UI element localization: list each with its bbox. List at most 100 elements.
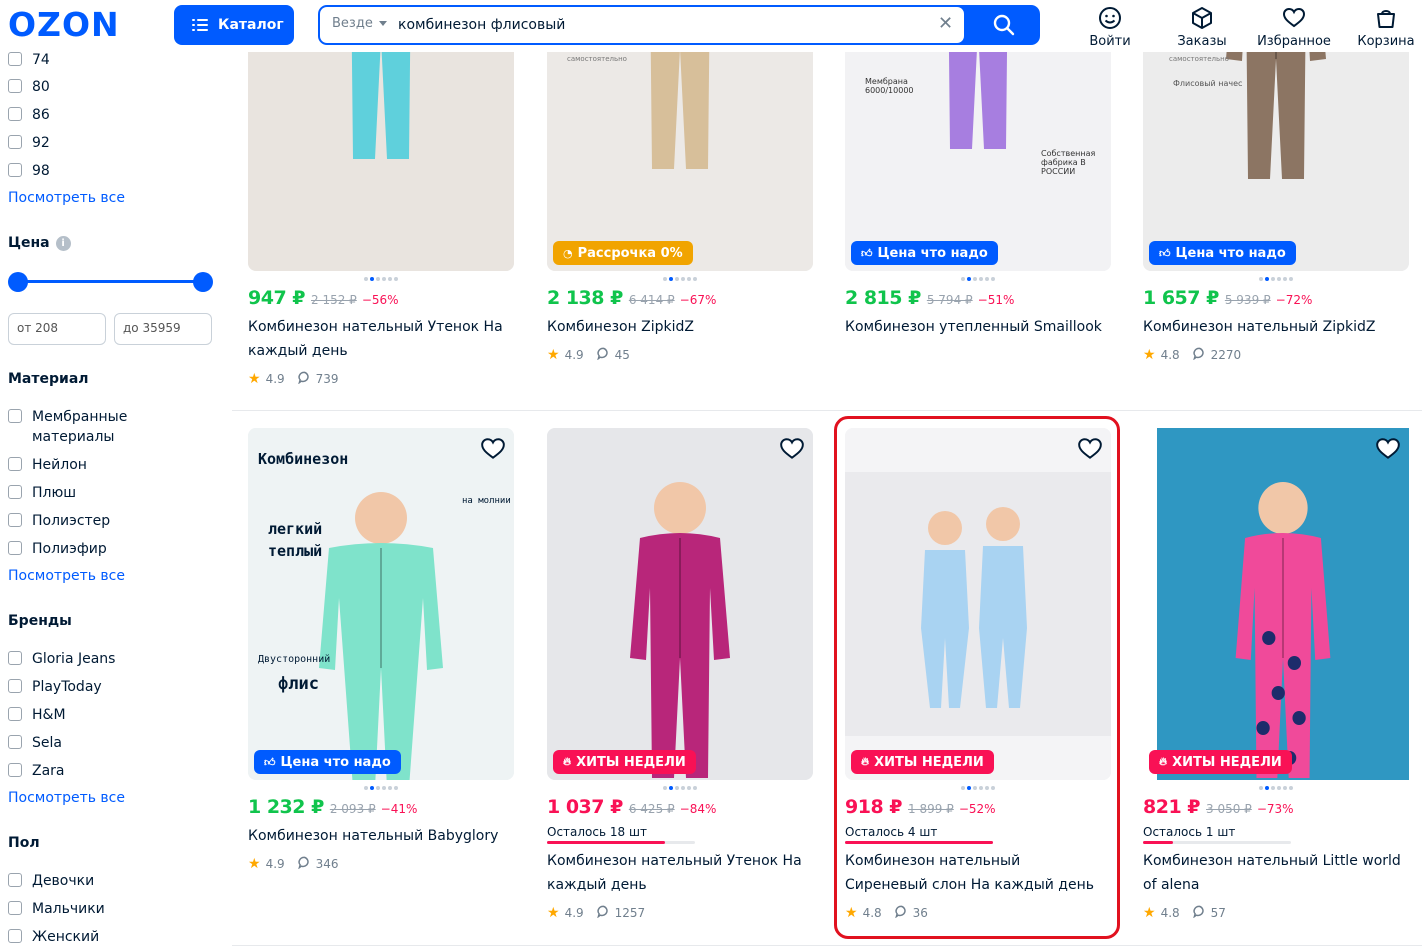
catalog-button[interactable]: Каталог — [174, 5, 294, 45]
carousel-dot[interactable] — [985, 277, 989, 281]
product-title[interactable]: Комбинезон ZipkidZ — [547, 315, 809, 339]
carousel-dot[interactable] — [675, 277, 679, 281]
header-orders[interactable]: Заказы — [1162, 6, 1242, 49]
checkbox[interactable] — [8, 651, 22, 665]
favorite-heart-icon[interactable] — [779, 436, 805, 462]
carousel-dot[interactable] — [681, 786, 685, 790]
carousel-dot[interactable] — [687, 786, 691, 790]
carousel-dot[interactable] — [681, 277, 685, 281]
carousel-dot[interactable] — [1265, 277, 1269, 281]
carousel-dot[interactable] — [693, 786, 697, 790]
photo-carousel-dots[interactable] — [1143, 785, 1409, 791]
checkbox[interactable] — [8, 107, 22, 121]
product-photo[interactable] — [547, 428, 813, 780]
ozon-logo[interactable]: OZON — [8, 6, 120, 44]
carousel-dot[interactable] — [967, 786, 971, 790]
clear-search-icon[interactable]: ✕ — [938, 13, 953, 34]
photo-carousel-dots[interactable] — [845, 276, 1111, 282]
search-input[interactable] — [398, 13, 918, 37]
carousel-dot[interactable] — [376, 277, 380, 281]
favorite-heart-icon[interactable] — [1077, 436, 1103, 462]
carousel-dot[interactable] — [961, 786, 965, 790]
carousel-dot[interactable] — [979, 277, 983, 281]
info-icon[interactable]: i — [55, 236, 71, 251]
checkbox[interactable] — [8, 513, 22, 527]
product-title[interactable]: Комбинезон утепленный Smaillook — [845, 315, 1107, 339]
carousel-dot[interactable] — [388, 786, 392, 790]
photo-carousel-dots[interactable] — [1143, 276, 1409, 282]
checkbox[interactable] — [8, 929, 22, 943]
carousel-dot[interactable] — [985, 786, 989, 790]
carousel-dot[interactable] — [991, 786, 995, 790]
photo-carousel-dots[interactable] — [845, 785, 1111, 791]
carousel-dot[interactable] — [376, 786, 380, 790]
carousel-dot[interactable] — [382, 277, 386, 281]
product-title[interactable]: Комбинезон нательный Little world of ale… — [1143, 849, 1405, 897]
carousel-dot[interactable] — [1277, 786, 1281, 790]
carousel-dot[interactable] — [669, 277, 673, 281]
brand-filter-item[interactable]: Zara — [8, 761, 65, 781]
carousel-dot[interactable] — [991, 277, 995, 281]
photo-carousel-dots[interactable] — [248, 276, 514, 282]
carousel-dot[interactable] — [364, 277, 368, 281]
carousel-dot[interactable] — [388, 277, 392, 281]
carousel-dot[interactable] — [382, 786, 386, 790]
price-to-input[interactable]: до 35959 — [114, 313, 212, 345]
checkbox[interactable] — [8, 707, 22, 721]
material-filter-item[interactable]: Полиэстер — [8, 511, 110, 531]
size-filter-74[interactable]: 74 — [8, 52, 50, 70]
price-slider-min-handle[interactable] — [8, 272, 28, 292]
carousel-dot[interactable] — [394, 277, 398, 281]
checkbox[interactable] — [8, 135, 22, 149]
product-card[interactable]: Мягкий флиссамостоятельно◔Рассрочка 0%2 … — [547, 0, 813, 419]
checkbox[interactable] — [8, 163, 22, 177]
checkbox[interactable] — [8, 79, 22, 93]
material-filter-item[interactable]: Плюш — [8, 483, 76, 503]
carousel-dot[interactable] — [370, 786, 374, 790]
carousel-dot[interactable] — [973, 786, 977, 790]
checkbox[interactable] — [8, 541, 22, 555]
carousel-dot[interactable] — [973, 277, 977, 281]
product-card[interactable]: Флисовый начес самостоятельно 👍︎ Цена что н… — [1143, 0, 1409, 419]
photo-carousel-dots[interactable] — [547, 785, 813, 791]
sizes-see-all-link[interactable]: Посмотреть все — [8, 190, 125, 206]
price-slider-track[interactable] — [18, 280, 203, 283]
carousel-dot[interactable] — [663, 277, 667, 281]
carousel-dot[interactable] — [687, 277, 691, 281]
search-button[interactable] — [968, 5, 1040, 45]
header-cart[interactable]: Корзина — [1346, 6, 1422, 49]
price-slider-max-handle[interactable] — [193, 272, 213, 292]
checkbox[interactable] — [8, 763, 22, 777]
carousel-dot[interactable] — [675, 786, 679, 790]
product-title[interactable]: Комбинезон нательный Утенок На каждый де… — [547, 849, 809, 897]
carousel-dot[interactable] — [1265, 786, 1269, 790]
material-see-all-link[interactable]: Посмотреть все — [8, 568, 125, 584]
brands-see-all-link[interactable]: Посмотреть все — [8, 790, 125, 806]
carousel-dot[interactable] — [370, 277, 374, 281]
carousel-dot[interactable] — [1277, 277, 1281, 281]
product-card[interactable]: 🔥︎ ХИТЫ НЕДЕЛИ 918 ₽ 1 899 ₽ −52% Осталось 4 … — [845, 428, 1111, 928]
carousel-dot[interactable] — [1283, 277, 1287, 281]
search-scope-select[interactable]: Везде — [332, 16, 387, 31]
checkbox[interactable] — [8, 485, 22, 499]
product-title[interactable]: Комбинезон нательный ZipkidZ — [1143, 315, 1405, 339]
carousel-dot[interactable] — [1259, 786, 1263, 790]
carousel-dot[interactable] — [663, 786, 667, 790]
product-photo[interactable]: Комбинезон легкий теплый на молнии Двусторон… — [248, 428, 514, 780]
product-title[interactable]: Комбинезон нательный Сиреневый слон На к… — [845, 849, 1107, 897]
checkbox[interactable] — [8, 873, 22, 887]
carousel-dot[interactable] — [1289, 786, 1293, 790]
checkbox[interactable] — [8, 735, 22, 749]
material-filter-item[interactable]: Нейлон — [8, 455, 87, 475]
carousel-dot[interactable] — [394, 786, 398, 790]
product-card[interactable]: 🔥︎ ХИТЫ НЕДЕЛИ 821 ₽ 3 050 ₽ −73% Осталось 1 … — [1143, 428, 1409, 928]
carousel-dot[interactable] — [1289, 277, 1293, 281]
product-photo[interactable] — [845, 428, 1111, 780]
carousel-dot[interactable] — [1283, 786, 1287, 790]
brand-filter-item[interactable]: H&M — [8, 705, 66, 725]
favorite-heart-icon[interactable] — [480, 436, 506, 462]
brand-filter-item[interactable]: PlayToday — [8, 677, 102, 697]
photo-carousel-dots[interactable] — [248, 785, 514, 791]
product-card[interactable]: 947 ₽ 2 152 ₽ −56% Комбинезон нательный Уте… — [248, 0, 514, 419]
product-title[interactable]: Комбинезон нательный Утенок На каждый де… — [248, 315, 510, 363]
